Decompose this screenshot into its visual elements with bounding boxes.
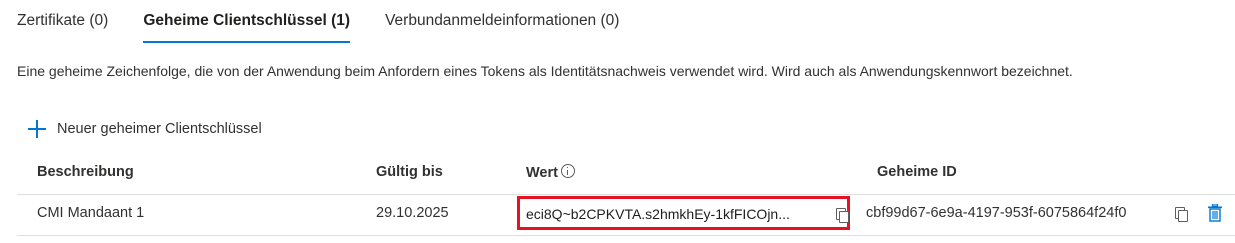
secrets-table-header: Beschreibung Gültig bis Wert Geheime ID xyxy=(17,154,1235,195)
secret-description: CMI Mandaant 1 xyxy=(37,205,145,221)
column-header-expires: Gültig bis xyxy=(376,164,443,180)
secret-value[interactable]: eci8Q~b2CPKVTA.s2hmkhEy-1kfFICOjn... xyxy=(526,206,790,222)
secret-expires: 29.10.2025 xyxy=(376,205,449,221)
column-header-value: Wert xyxy=(526,164,575,181)
column-header-description: Beschreibung xyxy=(37,164,134,180)
secret-id: cbf99d67-6e9a-4197-953f-6075864f24f0 xyxy=(866,205,1127,221)
column-header-value-label: Wert xyxy=(526,165,558,181)
column-header-secret-id: Geheime ID xyxy=(877,164,957,180)
tab-certificates[interactable]: Zertifikate (0) xyxy=(17,0,108,43)
table-row: CMI Mandaant 1 29.10.2025 eci8Q~b2CPKVTA… xyxy=(17,195,1235,236)
secrets-description: Eine geheime Zeichenfolge, die von der A… xyxy=(17,63,1073,79)
copy-icon[interactable] xyxy=(836,208,849,223)
secret-value-highlight: eci8Q~b2CPKVTA.s2hmkhEy-1kfFICOjn... xyxy=(517,196,850,230)
tab-client-secrets[interactable]: Geheime Clientschlüssel (1) xyxy=(143,0,350,43)
info-icon[interactable] xyxy=(560,164,575,178)
plus-icon xyxy=(27,119,47,139)
tab-bar: Zertifikate (0) Geheime Clientschlüssel … xyxy=(17,0,654,44)
copy-secret-id-icon[interactable] xyxy=(1175,207,1188,222)
tab-federated-credentials[interactable]: Verbundanmeldeinformationen (0) xyxy=(385,0,619,43)
new-client-secret-label: Neuer geheimer Clientschlüssel xyxy=(57,121,262,137)
trash-icon[interactable] xyxy=(1208,204,1222,222)
new-client-secret-button[interactable]: Neuer geheimer Clientschlüssel xyxy=(27,118,262,140)
